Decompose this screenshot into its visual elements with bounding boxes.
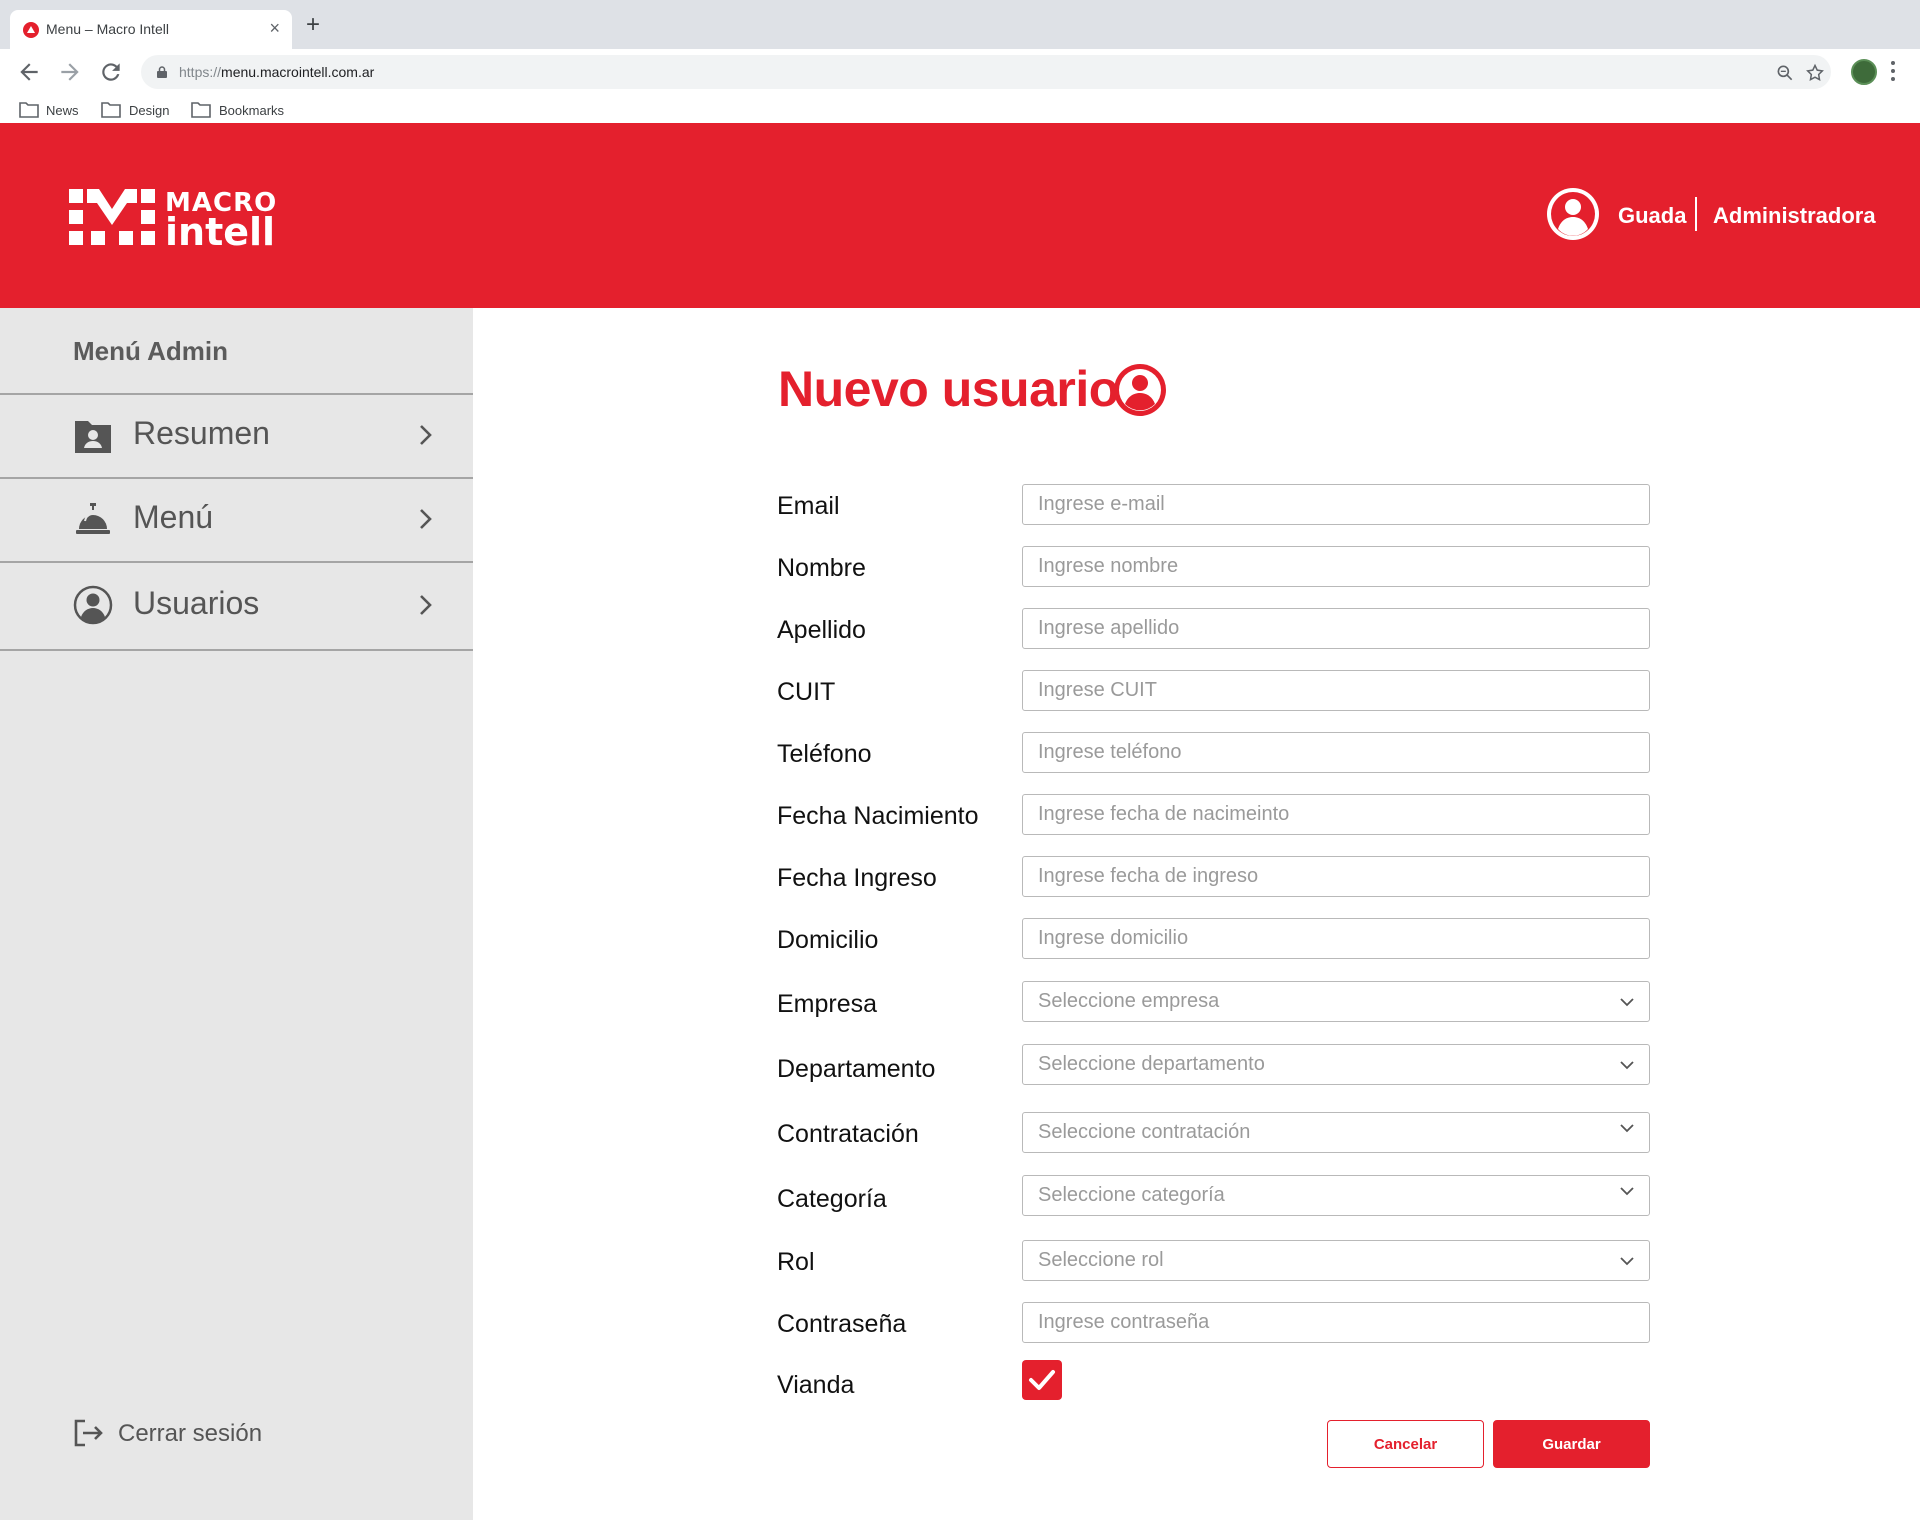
contratacion-select-value: Seleccione contratación	[1038, 1121, 1251, 1143]
back-arrow-icon[interactable]	[16, 59, 42, 85]
forward-arrow-icon[interactable]	[57, 59, 83, 85]
new-tab-icon[interactable]: +	[306, 13, 320, 37]
logo-mark-icon	[69, 189, 155, 245]
sidebar-divider	[0, 649, 473, 651]
empresa-select-value: Seleccione empresa	[1038, 990, 1220, 1012]
user-circle-icon	[73, 585, 113, 625]
logout-button[interactable]: Cerrar sesión	[73, 1414, 273, 1454]
bookmarks-bar: News Design Bookmarks	[0, 95, 1920, 123]
categoria-label: Categoría	[777, 1185, 887, 1213]
sidebar-item-label: Resumen	[133, 415, 270, 451]
departamento-label: Departamento	[777, 1055, 936, 1083]
sidebar-title: Menú Admin	[73, 336, 229, 366]
fecha-ingreso-label: Fecha Ingreso	[777, 864, 937, 892]
cuit-field[interactable]	[1022, 670, 1650, 711]
chevron-down-icon	[1620, 1257, 1634, 1266]
categoria-select-value: Seleccione categoría	[1038, 1184, 1225, 1206]
nombre-label: Nombre	[777, 554, 866, 582]
vianda-checkbox[interactable]	[1022, 1360, 1062, 1400]
empresa-label: Empresa	[777, 990, 878, 1018]
chevron-down-icon	[1620, 998, 1634, 1007]
bookmark-news[interactable]: News	[19, 101, 89, 119]
fecha-nacimiento-field[interactable]	[1022, 794, 1650, 835]
nombre-field[interactable]	[1022, 546, 1650, 587]
email-field[interactable]	[1022, 484, 1650, 525]
chevron-right-icon	[420, 425, 432, 445]
tab-favicon-icon	[23, 22, 39, 38]
app-header: MACRO intell Guada Administradora	[0, 123, 1920, 308]
page-title: Nuevo usuario	[778, 361, 1119, 417]
address-bar[interactable]: https://menu.macrointell.com.ar	[141, 55, 1831, 89]
sidebar-item-label: Usuarios	[133, 585, 260, 621]
categoria-select[interactable]: Seleccione categoría	[1022, 1175, 1650, 1216]
chevron-down-icon	[1620, 1124, 1634, 1133]
user-circle-icon	[1114, 364, 1166, 416]
sidebar: Menú Admin Resumen Menú Usuarios Cerrar …	[0, 308, 473, 1520]
macro-intell-logo[interactable]: MACRO intell	[69, 186, 276, 254]
save-button[interactable]: Guardar	[1493, 1420, 1650, 1468]
sidebar-item-label: Menú	[133, 499, 214, 535]
user-divider	[1695, 197, 1697, 231]
logout-icon	[74, 1419, 103, 1447]
domicilio-label: Domicilio	[777, 926, 879, 954]
folder-icon	[19, 102, 39, 118]
sidebar-item-usuarios[interactable]: Usuarios	[0, 565, 473, 647]
profile-avatar[interactable]	[1851, 59, 1877, 85]
sidebar-divider	[0, 561, 473, 563]
departamento-select-value: Seleccione departamento	[1038, 1053, 1265, 1075]
sidebar-item-resumen[interactable]: Resumen	[0, 395, 473, 477]
apellido-field[interactable]	[1022, 608, 1650, 649]
rol-label: Rol	[777, 1248, 815, 1276]
fecha-nacimiento-label: Fecha Nacimiento	[777, 802, 979, 830]
checkmark-icon	[1029, 1370, 1055, 1390]
vianda-label: Vianda	[777, 1371, 855, 1399]
telefono-field[interactable]	[1022, 732, 1650, 773]
departamento-select[interactable]: Seleccione departamento	[1022, 1044, 1650, 1085]
url-text: https://menu.macrointell.com.ar	[179, 64, 375, 80]
tab-close-icon[interactable]: ×	[269, 18, 280, 38]
cancel-button[interactable]: Cancelar	[1327, 1420, 1484, 1468]
logo-text-intell: intell	[165, 210, 276, 254]
chevron-right-icon	[420, 509, 432, 529]
reload-icon[interactable]	[98, 59, 124, 85]
user-name[interactable]: Guada	[1618, 203, 1686, 229]
more-options-icon[interactable]	[1891, 60, 1895, 82]
password-field[interactable]	[1022, 1302, 1650, 1343]
empresa-select[interactable]: Seleccione empresa	[1022, 981, 1650, 1022]
browser-tab[interactable]: Menu – Macro Intell ×	[10, 10, 292, 49]
contratacion-label: Contratación	[777, 1120, 919, 1148]
logout-label: Cerrar sesión	[118, 1420, 263, 1447]
lock-icon	[157, 66, 167, 78]
folder-icon	[101, 102, 121, 118]
chevron-down-icon	[1620, 1187, 1634, 1196]
contratacion-select[interactable]: Seleccione contratación	[1022, 1112, 1650, 1153]
contrasena-label: Contraseña	[777, 1310, 907, 1338]
folder-user-icon	[75, 421, 111, 453]
apellido-label: Apellido	[777, 616, 866, 644]
chevron-down-icon	[1620, 1061, 1634, 1070]
bookmark-star-icon[interactable]	[1805, 63, 1825, 83]
email-label: Email	[777, 492, 840, 520]
chevron-right-icon	[420, 595, 432, 615]
folder-icon	[191, 102, 211, 118]
fecha-ingreso-field[interactable]	[1022, 856, 1650, 897]
user-role: Administradora	[1713, 203, 1876, 228]
browser-toolbar: https://menu.macrointell.com.ar	[0, 49, 1920, 95]
bookmark-bookmarks[interactable]: Bookmarks	[191, 101, 296, 119]
bookmark-design[interactable]: Design	[101, 101, 176, 119]
service-bell-icon	[76, 503, 110, 534]
user-avatar-icon[interactable]	[1546, 187, 1600, 241]
sidebar-item-menu[interactable]: Menú	[0, 479, 473, 561]
browser-tabstrip: Menu – Macro Intell × +	[0, 0, 1920, 49]
cuit-label: CUIT	[777, 678, 836, 706]
telefono-label: Teléfono	[777, 740, 872, 768]
zoom-icon[interactable]	[1775, 63, 1795, 83]
domicilio-field[interactable]	[1022, 918, 1650, 959]
tab-title: Menu – Macro Intell	[46, 21, 169, 37]
rol-select[interactable]: Seleccione rol	[1022, 1240, 1650, 1281]
rol-select-value: Seleccione rol	[1038, 1249, 1164, 1271]
